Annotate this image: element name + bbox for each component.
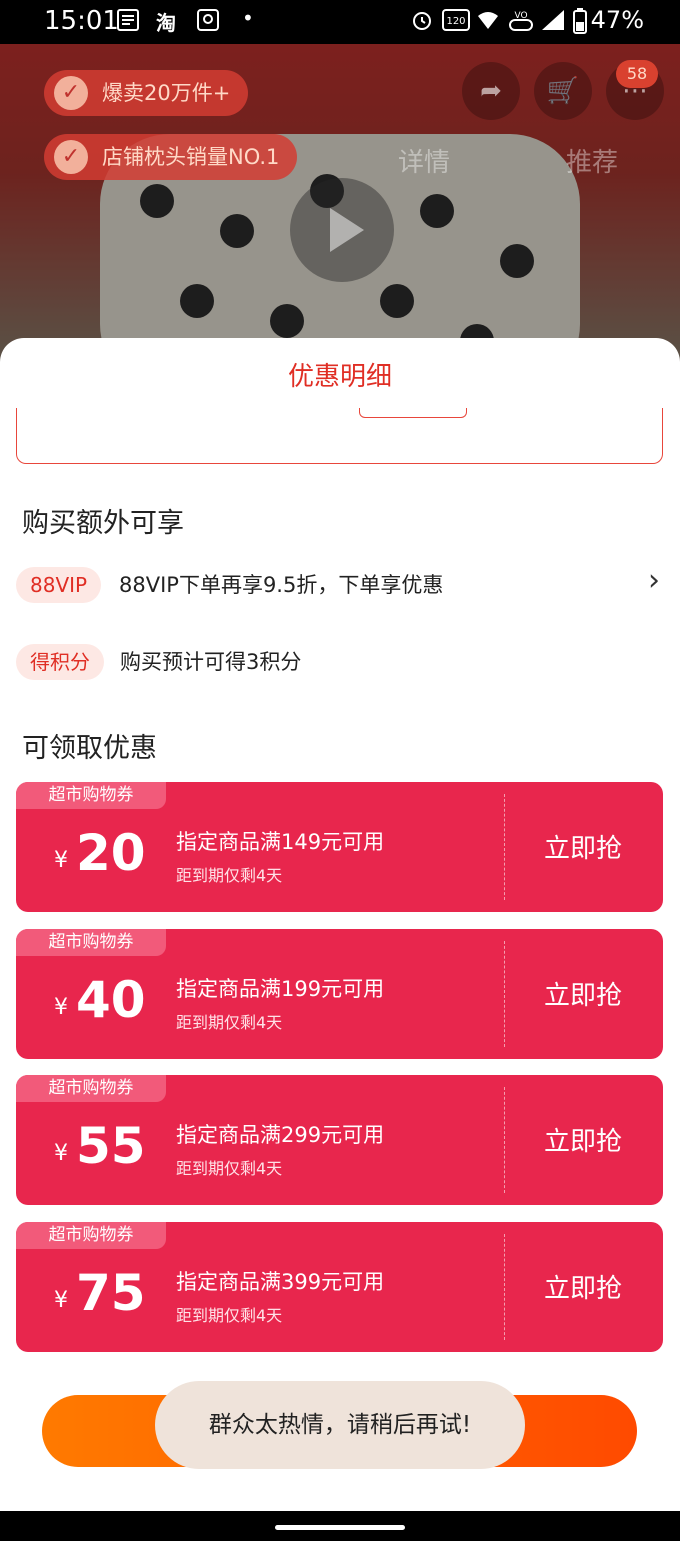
cart-icon[interactable]: 🛒	[534, 62, 592, 120]
battery-percent: 47%	[590, 6, 644, 34]
perk-tag: 得积分	[16, 644, 104, 680]
coupon-condition: 指定商品满299元可用	[176, 1123, 385, 1147]
coupon-divider	[504, 941, 505, 1047]
coupon-card: 超市购物券 ¥ 55 指定商品满299元可用 距到期仅剩4天 立即抢	[16, 1075, 663, 1205]
coupon-amount: 20	[76, 824, 146, 882]
extra-benefits-title: 购买额外可享	[22, 508, 184, 539]
grab-coupon-button[interactable]: 立即抢	[544, 975, 622, 1012]
coupon-amount: 40	[76, 971, 146, 1029]
status-bar: 15:01 淘 • 120 VO 47%	[0, 0, 680, 44]
coupon-expiry: 距到期仅剩4天	[176, 1013, 283, 1032]
coupon-condition: 指定商品满399元可用	[176, 1270, 385, 1294]
perk-88vip[interactable]: 88VIP 88VIP下单再享9.5折，下单享优惠 ›	[16, 563, 666, 607]
coupon-divider	[504, 794, 505, 900]
promo-tag-sales: ✓ 爆卖20万件+	[44, 70, 249, 116]
coupon-expiry: 距到期仅剩4天	[176, 866, 283, 885]
previous-card-button-edge	[359, 408, 467, 418]
perk-text: 88VIP下单再享9.5折，下单享优惠	[119, 573, 444, 597]
tab-details[interactable]: 详情	[398, 142, 450, 179]
coupon-condition: 指定商品满149元可用	[176, 830, 385, 854]
sheet-title: 优惠明细	[287, 362, 392, 392]
svg-text:VO: VO	[514, 11, 527, 21]
coupon-currency: ¥	[54, 995, 68, 1020]
product-background: ✓ 爆卖20万件+ ✓ 店铺枕头销量NO.1 ➦ 🛒 ⋯ 58 详情 推荐	[0, 44, 680, 364]
battery-icon	[572, 8, 588, 39]
signal-icon	[540, 8, 566, 37]
grab-coupon-button[interactable]: 立即抢	[544, 1121, 622, 1158]
coupon-currency: ¥	[54, 1288, 68, 1313]
grab-coupon-button[interactable]: 立即抢	[544, 828, 622, 865]
promo-tag-rank: ✓ 店铺枕头销量NO.1	[44, 134, 298, 180]
chevron-right-icon[interactable]: ›	[648, 563, 660, 598]
coupon-card: 超市购物券 ¥ 20 指定商品满149元可用 距到期仅剩4天 立即抢	[16, 782, 663, 912]
play-video-icon[interactable]	[290, 178, 394, 282]
promo-tag-label: 店铺枕头销量NO.1	[102, 145, 280, 169]
coupon-divider	[504, 1234, 505, 1340]
share-icon[interactable]: ➦	[462, 62, 520, 120]
grab-coupon-button[interactable]: 立即抢	[544, 1268, 622, 1305]
coupon-label: 超市购物券	[16, 929, 166, 956]
wifi-icon	[476, 8, 500, 37]
volte-icon: VO	[508, 8, 534, 37]
taobao-icon: 淘	[156, 11, 176, 35]
perk-points: 得积分 购买预计可得3积分	[16, 644, 666, 684]
tab-recommend[interactable]: 推荐	[566, 142, 618, 179]
app-icon	[196, 8, 220, 37]
notes-icon	[116, 8, 140, 37]
toast-message: 群众太热情，请稍后再试!	[155, 1381, 525, 1469]
coupon-label: 超市购物券	[16, 1222, 166, 1249]
promo-tag-label: 爆卖20万件+	[102, 81, 231, 105]
home-indicator[interactable]	[275, 1525, 405, 1530]
coupon-divider	[504, 1087, 505, 1193]
dot-icon: •	[242, 6, 254, 30]
coupon-card: 超市购物券 ¥ 75 指定商品满399元可用 距到期仅剩4天 立即抢	[16, 1222, 663, 1352]
coupon-amount: 75	[76, 1264, 146, 1322]
status-time: 15:01	[44, 6, 119, 36]
coupon-label: 超市购物券	[16, 782, 166, 809]
check-icon: ✓	[54, 76, 88, 110]
coupon-section-title: 可领取优惠	[22, 733, 157, 764]
svg-text:120: 120	[446, 16, 465, 27]
cart-badge: 58	[616, 60, 658, 88]
coupon-expiry: 距到期仅剩4天	[176, 1159, 283, 1178]
perk-tag: 88VIP	[16, 567, 102, 603]
previous-card-edge	[16, 408, 663, 464]
discount-detail-sheet: 优惠明细 购买额外可享 88VIP 88VIP下单再享9.5折，下单享优惠 › …	[0, 338, 680, 1511]
coupon-expiry: 距到期仅剩4天	[176, 1306, 283, 1325]
120hz-icon: 120	[442, 8, 470, 37]
coupon-label: 超市购物券	[16, 1075, 166, 1102]
check-icon: ✓	[54, 140, 88, 174]
coupon-amount: 55	[76, 1117, 146, 1175]
system-nav-bar	[0, 1511, 680, 1541]
coupon-condition: 指定商品满199元可用	[176, 977, 385, 1001]
alarm-icon	[410, 8, 434, 37]
perk-text: 购买预计可得3积分	[120, 650, 302, 674]
coupon-currency: ¥	[54, 1141, 68, 1166]
coupon-currency: ¥	[54, 848, 68, 873]
coupon-card: 超市购物券 ¥ 40 指定商品满199元可用 距到期仅剩4天 立即抢	[16, 929, 663, 1059]
